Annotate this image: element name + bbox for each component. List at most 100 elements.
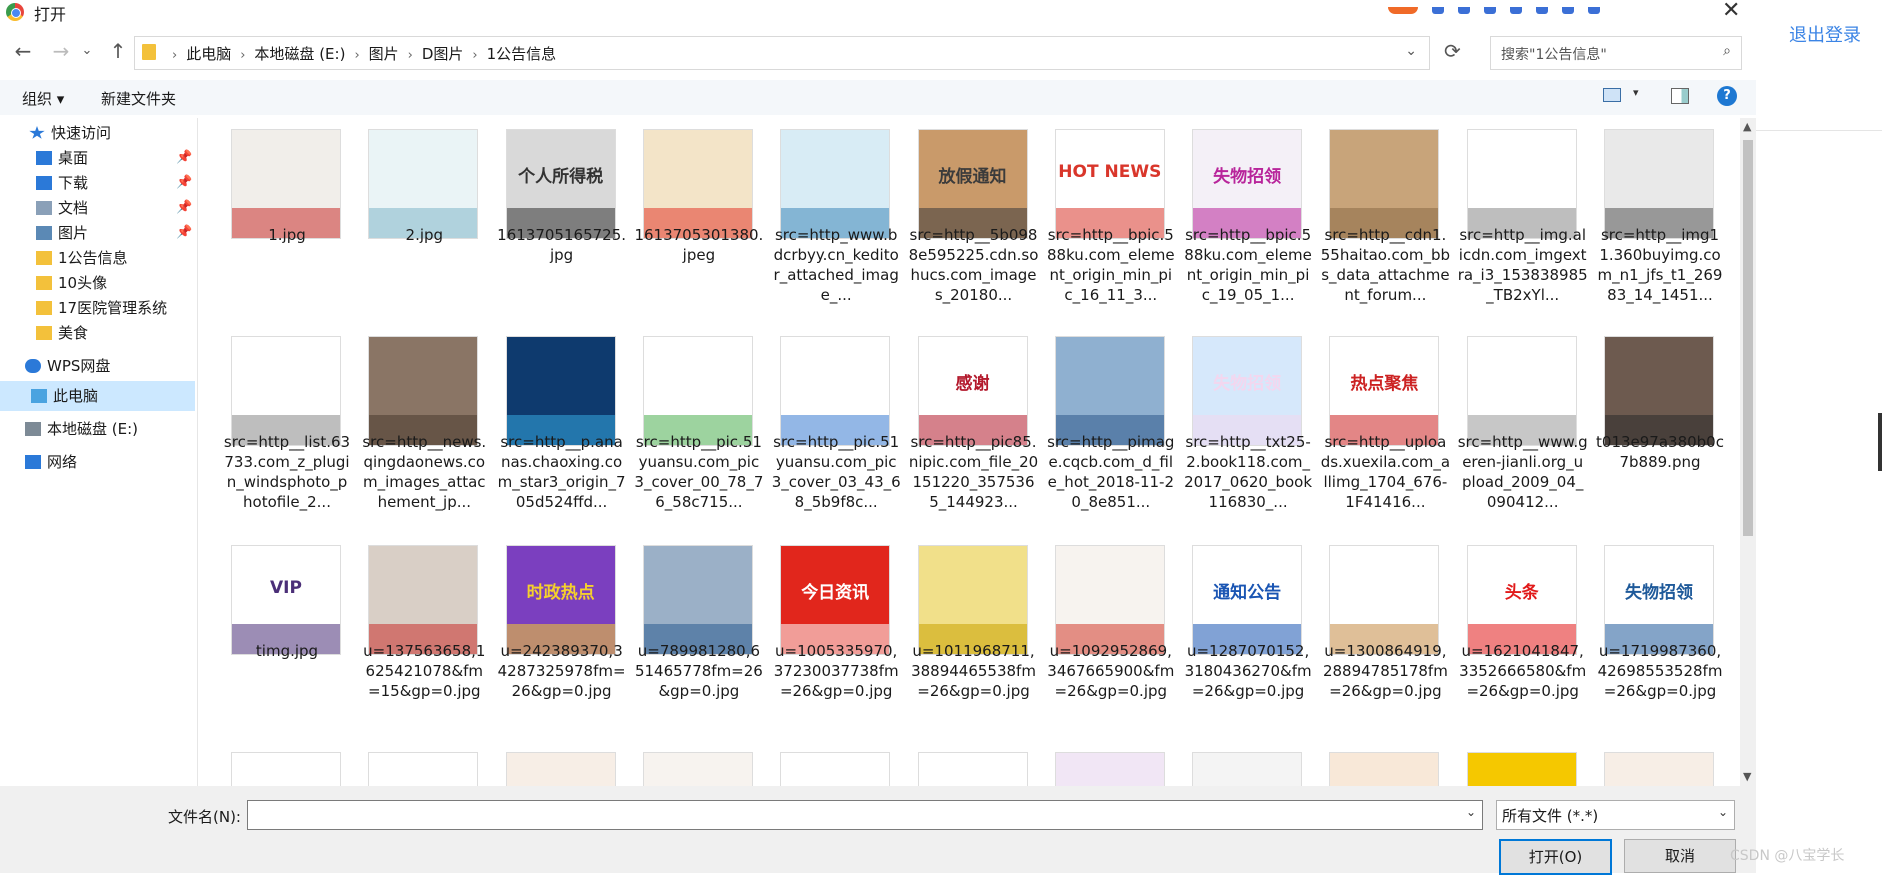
- organize-button[interactable]: 组织 ▾: [22, 88, 64, 109]
- file-thumbnail: [1192, 753, 1302, 786]
- file-thumbnail: [1604, 130, 1714, 238]
- breadcrumb-item[interactable]: D图片: [422, 45, 464, 63]
- back-arrow-icon[interactable]: ←: [10, 38, 36, 64]
- file-name: u=1005335970,37230037738fm=26&gp=0.jpg: [773, 642, 899, 700]
- thumbnail-text: 今日资讯: [801, 583, 870, 604]
- file-thumbnail: [506, 337, 616, 445]
- file-thumbnail: [368, 130, 478, 238]
- filetype-chevron-icon: ⌄: [1717, 805, 1728, 819]
- thumbnail-text: HOT NEWS: [1058, 162, 1162, 183]
- address-history-chevron-icon[interactable]: ⌄: [1405, 43, 1417, 59]
- file-thumbnail: [368, 337, 478, 445]
- title-bar: 打开 ✕: [0, 0, 1756, 30]
- new-folder-button[interactable]: 新建文件夹: [101, 88, 176, 109]
- folder-icon: [36, 326, 52, 340]
- filename-field[interactable]: ⌄: [247, 800, 1483, 830]
- recent-locations-chevron-icon[interactable]: ⌄: [74, 38, 100, 64]
- view-options-chevron-icon[interactable]: ▾: [1633, 86, 1639, 99]
- watermark: CSDN @八宝学长: [1730, 848, 1845, 864]
- file-name: src=http__pic.51yuansu.com_pic3_cover_00…: [634, 433, 764, 511]
- file-thumbnail: [1604, 753, 1714, 786]
- tray-icons: [1388, 0, 1614, 14]
- chrome-icon: [6, 3, 24, 21]
- file-thumbnail: 通知公告: [1192, 546, 1302, 654]
- sidebar-item[interactable]: WPS网盘: [0, 351, 195, 381]
- file-thumbnail: 失物招领: [1604, 546, 1714, 654]
- breadcrumb-item[interactable]: 1公告信息: [487, 45, 557, 63]
- search-input[interactable]: 搜索"1公告信息" ⌕: [1490, 36, 1742, 70]
- folder-icon: [142, 44, 156, 60]
- cloud-icon: [25, 359, 41, 373]
- sidebar-item[interactable]: 本地磁盘 (E:): [0, 414, 195, 444]
- cancel-button[interactable]: 取消: [1624, 839, 1736, 873]
- file-thumbnail: 感谢: [918, 337, 1028, 445]
- open-button[interactable]: 打开(O): [1499, 839, 1612, 875]
- thumbnail-text: 热点聚焦: [1350, 374, 1419, 395]
- sidebar-item-label: 本地磁盘 (E:): [47, 420, 139, 438]
- breadcrumb-separator-icon[interactable]: ›: [408, 48, 413, 63]
- breadcrumb-item[interactable]: 本地磁盘 (E:): [254, 45, 345, 63]
- file-thumbnail: [1604, 337, 1714, 445]
- refresh-icon[interactable]: ⟳: [1444, 39, 1461, 63]
- file-name: u=1092952869,3467665900&fm=26&gp=0.jpg: [1047, 642, 1175, 700]
- logout-link[interactable]: 退出登录: [1789, 21, 1861, 47]
- vertical-scrollbar[interactable]: ▲ ▼: [1740, 118, 1756, 786]
- file-name: src=http__list.63733.com_z_plugin_windsp…: [223, 433, 351, 511]
- search-placeholder: 搜索"1公告信息": [1501, 47, 1607, 63]
- scroll-down-icon[interactable]: ▼: [1743, 770, 1751, 783]
- address-bar[interactable]: › 此电脑 › 本地磁盘 (E:) › 图片 › D图片 › 1公告信息 ⌄: [134, 36, 1430, 70]
- file-name: src=http__pic.51yuansu.com_pic3_cover_03…: [771, 433, 901, 511]
- breadcrumb: › 此电脑 › 本地磁盘 (E:) › 图片 › D图片 › 1公告信息: [163, 43, 556, 64]
- breadcrumb-separator-icon[interactable]: ›: [354, 48, 359, 63]
- page-edge-mark: [1878, 413, 1882, 471]
- thumbnail-text: 失物招领: [1213, 374, 1282, 395]
- file-name: 1613705165725.jpg: [497, 226, 627, 264]
- sidebar-item-label: 美食: [58, 324, 89, 342]
- change-view-icon[interactable]: [1603, 88, 1621, 102]
- sidebar-item-label: 网络: [47, 453, 78, 471]
- filetype-select[interactable]: 所有文件 (*.*) ⌄: [1496, 800, 1735, 830]
- forward-arrow-icon[interactable]: →: [48, 38, 74, 64]
- file-name: timg.jpg: [255, 642, 319, 660]
- preview-pane-icon[interactable]: [1671, 88, 1689, 104]
- scroll-up-icon[interactable]: ▲: [1743, 120, 1751, 133]
- file-name: u=137563658,1625421078&fm=15&gp=0.jpg: [363, 642, 486, 700]
- file-thumbnail: 个人所得税: [506, 130, 616, 238]
- breadcrumb-item[interactable]: 图片: [369, 45, 399, 63]
- breadcrumb-separator-icon[interactable]: ›: [472, 48, 477, 63]
- file-name: src=http__bpic.588ku.com_element_origin_…: [1184, 226, 1312, 304]
- file-thumbnail: [643, 753, 753, 786]
- search-icon[interactable]: ⌕: [1723, 43, 1731, 59]
- close-icon[interactable]: ✕: [1722, 0, 1740, 23]
- folder-icon: [36, 251, 52, 265]
- file-thumbnail: 头条: [1467, 546, 1577, 654]
- download-icon: [36, 176, 52, 190]
- file-name: u=1719987360,42698553528fm=26&gp=0.jpg: [1597, 642, 1723, 700]
- help-icon[interactable]: ?: [1717, 86, 1737, 106]
- file-name: src=http__pimage.cqcb.com_d_file_hot_201…: [1047, 433, 1175, 511]
- folder-icon: [36, 301, 52, 315]
- file-thumbnail: [506, 753, 616, 786]
- breadcrumb-separator-icon[interactable]: ›: [240, 48, 245, 63]
- scrollbar-thumb[interactable]: [1743, 140, 1753, 536]
- up-arrow-icon[interactable]: ↑: [105, 38, 131, 64]
- file-thumbnail: Thank You: [780, 753, 890, 786]
- sidebar-item[interactable]: 网络: [0, 447, 195, 477]
- file-thumbnail: [1055, 337, 1165, 445]
- file-thumbnail: [1329, 130, 1439, 238]
- sidebar-item[interactable]: 美食: [0, 318, 195, 348]
- filename-history-chevron-icon[interactable]: ⌄: [1466, 805, 1476, 819]
- drive-icon: [25, 422, 41, 436]
- thumbnail-text: 头条: [1504, 583, 1539, 604]
- file-thumbnail: [643, 546, 753, 654]
- thumbnail-text: 失物招领: [1625, 583, 1693, 604]
- file-thumbnail: VIP: [231, 546, 341, 654]
- breadcrumb-separator-icon[interactable]: ›: [172, 48, 177, 63]
- sidebar-item[interactable]: 此电脑: [0, 381, 195, 411]
- file-name: 2.jpg: [405, 226, 444, 244]
- file-name: t013e97a380b0c7b889.png: [1596, 433, 1724, 471]
- file-thumbnail: [1467, 337, 1577, 445]
- sidebar-item-label: WPS网盘: [47, 357, 111, 375]
- file-name: u=789981280,651465778fm=26&gp=0.jpg: [634, 642, 763, 700]
- breadcrumb-item[interactable]: 此电脑: [186, 45, 231, 63]
